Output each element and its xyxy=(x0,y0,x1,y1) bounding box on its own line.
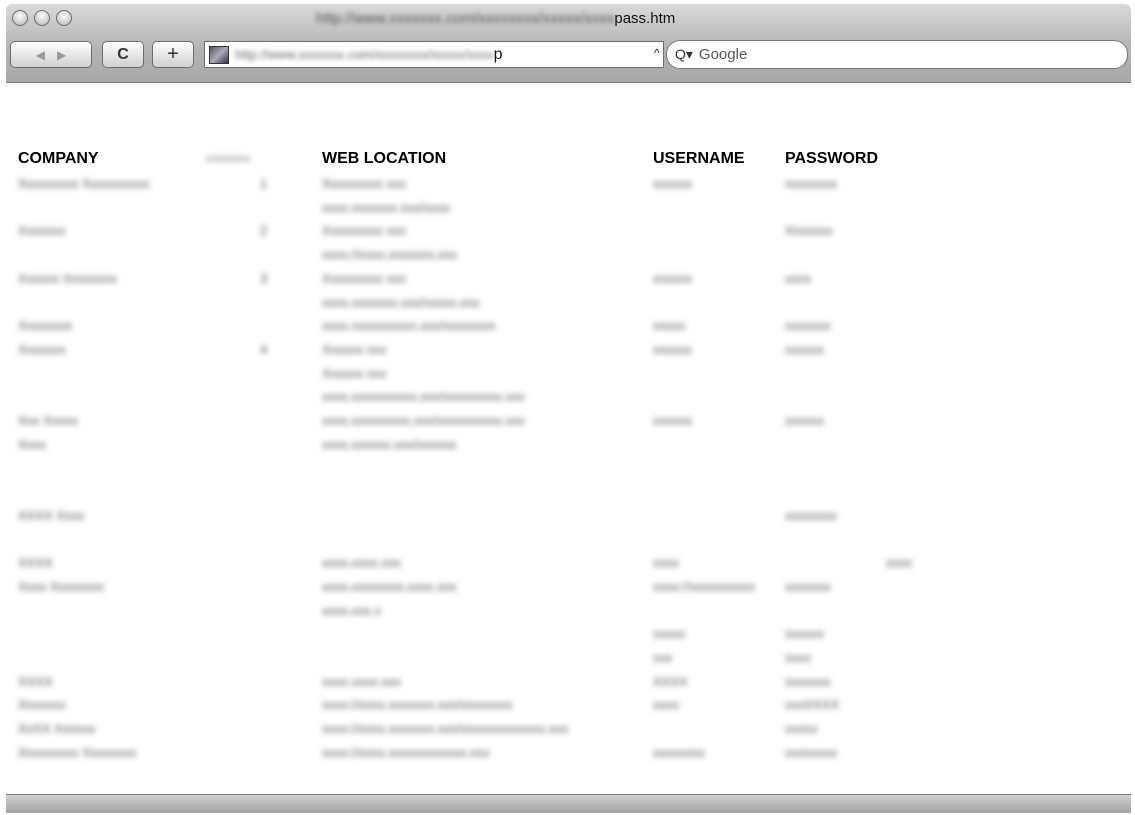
table-cell: xxxx://xxxxxxxxxx xyxy=(653,578,755,594)
minimize-window-button[interactable] xyxy=(34,10,50,26)
page-content: COMPANY xxxxxxxx WEB LOCATION USERNAME P… xyxy=(6,83,1131,793)
table-cell: xxxx.xxxxxxxx.xxxx.xxx xyxy=(322,578,457,594)
table-cell: xxxxxxxx xyxy=(785,744,837,760)
table-cell: XxXX Xxxxxx xyxy=(18,721,96,737)
table-cell: xxxxxxx xyxy=(785,578,831,594)
address-dropdown-icon[interactable]: ^ xyxy=(654,46,660,60)
table-cell: xxxxx xyxy=(653,318,686,334)
table-cell: xxxx://xxxx.xxxxxxx.xxx/xxxxxxxxxxxxx.xx… xyxy=(322,721,569,737)
address-bar-url: http://www.xxxxxxx.com/xxxxxxxx/xxxxx/xx… xyxy=(235,46,503,64)
table-cell: xxxx.xxxx.xxx xyxy=(322,673,401,689)
search-magnifier-icon[interactable]: Q▾ xyxy=(675,46,693,63)
reload-button[interactable]: C xyxy=(102,41,144,68)
table-cell: xxxx.xxx.x xyxy=(322,602,382,618)
table-cell: xxxxxxxx xyxy=(785,507,837,523)
table-cell: xxxx.xxxx.xxx xyxy=(322,555,401,571)
table-cell: xxxxxxx xyxy=(785,318,831,334)
table-cell: XXXX xyxy=(18,555,53,571)
table-cell: xxxx.xxxxxxxxxx.xxx/xxxxxxxx xyxy=(322,318,496,334)
title-bar: http://www.xxxxxxx.com/xxxxxxxx/xxxxx/xx… xyxy=(6,4,1131,83)
plus-icon: + xyxy=(167,43,179,65)
address-bar[interactable]: http://www.xxxxxxx.com/xxxxxxxx/xxxxx/xx… xyxy=(204,41,664,68)
table-cell: xxxx.xxxxxxx.xxx/xxxxx.xxx xyxy=(322,294,480,310)
table-cell: Xxxxxxxx xyxy=(18,318,73,334)
add-bookmark-button[interactable]: + xyxy=(152,41,194,68)
url-blurred: http://www.xxxxxxx.com/xxxxxxxx/xxxxx/xx… xyxy=(235,46,494,62)
table-cell: XXXX xyxy=(18,673,53,689)
table-cell: xxxxxxx xyxy=(785,673,831,689)
table-cell: xxxx.xxxxxxxxxx.xxx/xxxxxxxxx.xxx xyxy=(322,389,525,405)
back-arrow-icon[interactable]: ◀ xyxy=(36,48,45,62)
table-cell: Xxx Xxxxx xyxy=(18,413,78,428)
table-cell: xxxxxx xyxy=(653,176,692,191)
table-cell: Xxxxxxxxx xxx xyxy=(322,270,406,286)
reload-icon: C xyxy=(117,45,129,63)
table-cell: xxxx xyxy=(886,555,912,571)
table-cell: xxxxxx xyxy=(785,413,824,428)
site-favicon-icon xyxy=(209,45,229,64)
table-cell: Xxxxxxxxx xxx xyxy=(322,176,406,191)
search-placeholder: Google xyxy=(698,46,748,63)
window-title: http://www.xxxxxxx.com/xxxxxxxx/xxxxx/xx… xyxy=(316,10,675,27)
table-cell: xxxxxx xyxy=(653,270,692,286)
table-cell: 4 xyxy=(260,341,268,357)
forward-arrow-icon[interactable]: ▶ xyxy=(57,48,66,62)
header-username: USERNAME xyxy=(653,150,745,167)
table-cell: xxxx.xxxxxxx.xxx/xxxx xyxy=(322,199,450,215)
window-title-visible: pass.htm xyxy=(614,10,676,27)
table-cell: xxx xyxy=(653,650,673,665)
table-cell: xxxxxx xyxy=(785,341,824,357)
table-cell: Xxxxxxx xyxy=(785,223,833,239)
back-forward-button-group: ◀ ▶ xyxy=(10,41,92,68)
table-cell: 1 xyxy=(260,176,268,191)
table-cell: xxxx xyxy=(785,650,811,665)
table-cell: xxxxx xyxy=(653,626,686,642)
url-tail: p xyxy=(493,45,503,63)
table-cell: xxxx://xxxx.xxxxxxx.xxx xyxy=(322,247,458,263)
search-field[interactable]: Q▾ Google xyxy=(666,40,1128,69)
table-cell: xxxxxx xyxy=(653,413,692,428)
table-cell: Xxxxxx Xxxxxxxx xyxy=(18,270,117,286)
table-cell: 3 xyxy=(260,270,268,286)
table-cell: Xxxxxxxxx Xxxxxxxxxx xyxy=(18,176,150,191)
header-web-location: WEB LOCATION xyxy=(322,150,447,167)
table-cell: Xxxxxx xxx xyxy=(322,365,387,381)
table-cell: Xxxxxx xxx xyxy=(322,341,387,357)
table-cell: Xxxx xyxy=(18,436,47,452)
table-cell: 2 xyxy=(260,223,268,239)
table-cell: xxxx://xxxx.xxxxxxxxxxxx.xxx xyxy=(322,744,490,760)
table-cell: Xxxxxxx xyxy=(18,223,66,239)
table-cell: Xxxxxxxxx Xxxxxxxx xyxy=(18,744,137,760)
header-password: PASSWORD xyxy=(785,150,879,167)
table-cell: XXXX Xxxx xyxy=(18,507,85,523)
table-cell: Xxxxxxx xyxy=(18,697,66,713)
table-cell: xxxx xyxy=(653,555,679,571)
header-company: COMPANY xyxy=(18,150,99,167)
zoom-window-button[interactable] xyxy=(56,10,72,26)
header-blurred: xxxxxxxx xyxy=(206,153,250,165)
table-cell: Xxxxxxx xyxy=(18,341,66,357)
browser-window: http://www.xxxxxxx.com/xxxxxxxx/xxxxx/xx… xyxy=(6,4,1131,813)
table-cell: xxxxxx xyxy=(785,626,824,642)
close-window-button[interactable] xyxy=(12,10,28,26)
table-cell: xxxx.xxxxxx.xxx/xxxxxx xyxy=(322,436,457,452)
table-cell: xxxx.xxxxxxxxx.xxx/xxxxxxxxxx.xxx xyxy=(322,413,525,428)
table-cell: xxxx xyxy=(785,270,811,286)
table-cell: xxxxxx xyxy=(653,341,692,357)
table-cell: xxxx xyxy=(653,697,679,713)
table-cell: xxxXXXX xyxy=(785,697,840,713)
window-title-blurred: http://www.xxxxxxx.com/xxxxxxxx/xxxxx/xx… xyxy=(316,10,615,27)
table-cell: xxxxx xyxy=(785,721,818,737)
status-bar xyxy=(6,794,1131,813)
table-cell: xxxx://xxxx.xxxxxxx.xxx/xxxxxxxx xyxy=(322,697,513,713)
table-cell: xxxxxxxx xyxy=(785,176,837,191)
table-cell: Xxxx Xxxxxxxx xyxy=(18,578,104,594)
table-cell: XXXX xyxy=(653,673,688,689)
table-cell: Xxxxxxxxx xxx xyxy=(322,223,406,239)
table-cell: xxxxxxxx xyxy=(653,744,705,760)
